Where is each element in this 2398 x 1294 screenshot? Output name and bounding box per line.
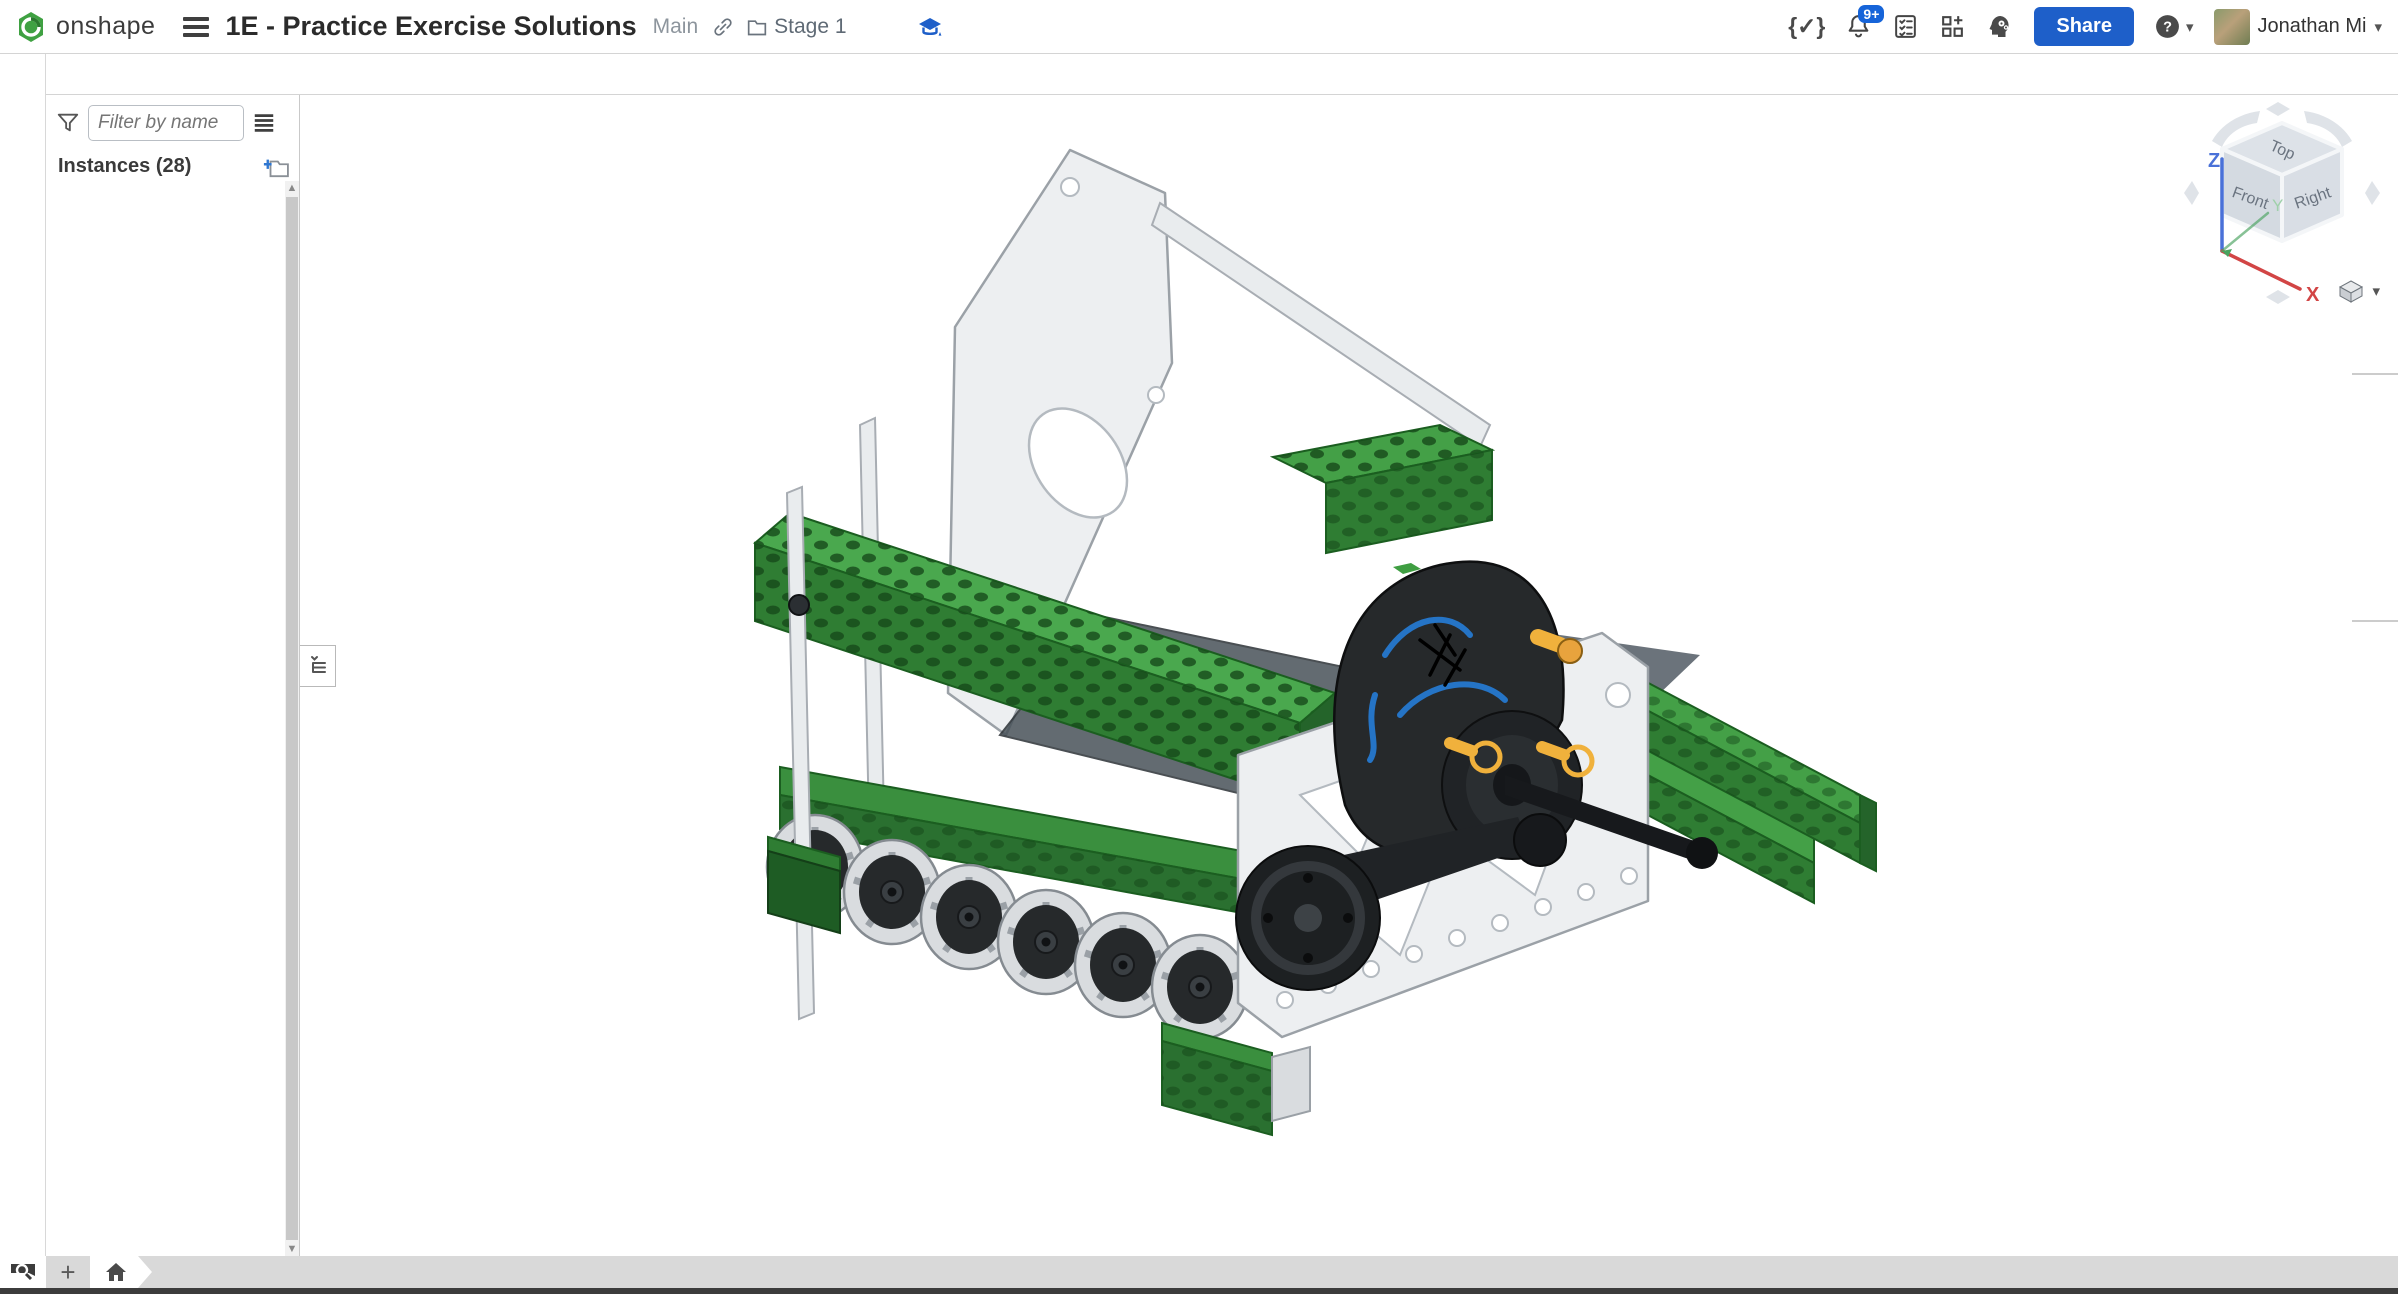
assembly-viewport[interactable] (300, 95, 2398, 1256)
workspace-label[interactable]: Main (653, 15, 699, 39)
filter-funnel-icon[interactable] (56, 111, 80, 135)
panel-collapse-handle[interactable] (300, 645, 336, 687)
feature-script-icon[interactable]: {✓} (1788, 13, 1825, 40)
app-header: onshape 1E - Practice Exercise Solutions… (0, 0, 2398, 54)
window-bottom-edge (0, 1288, 2398, 1294)
new-tab-button[interactable]: + (46, 1256, 90, 1288)
onshape-logo[interactable]: onshape (0, 10, 169, 44)
ai-advisor-icon[interactable] (1986, 13, 2014, 41)
search-tabs-icon[interactable] (0, 1256, 46, 1288)
link-icon[interactable] (712, 16, 734, 38)
view-options-menu[interactable]: ▾ (2338, 279, 2380, 303)
viewcube-down-arrow (2266, 290, 2290, 304)
main-menu-icon[interactable] (183, 17, 209, 37)
assembly-toolbar (46, 54, 2398, 95)
onshape-logo-icon (14, 10, 48, 44)
viewcube-left-arrow (2184, 181, 2199, 205)
right-panel-tools (2352, 373, 2398, 375)
scroll-up-icon[interactable]: ▲ (285, 181, 299, 195)
user-menu[interactable]: Jonathan Mi ▾ (2214, 9, 2383, 45)
logo-text: onshape (56, 12, 155, 41)
list-view-icon[interactable] (252, 111, 276, 135)
share-button[interactable]: Share (2034, 7, 2134, 46)
instances-tree (46, 181, 285, 1256)
notifications-bell-icon[interactable]: 9+ (1845, 13, 1872, 40)
app-store-icon[interactable] (1939, 13, 1966, 40)
right-panel-apps (2352, 620, 2398, 622)
view-cube-icon (2338, 279, 2364, 303)
filter-input[interactable] (88, 105, 244, 141)
viewcube-up-arrow (2266, 102, 2290, 116)
user-name: Jonathan Mi (2258, 15, 2367, 38)
viewcube-right-arrow (2365, 181, 2380, 205)
svg-text:?: ? (2163, 20, 2172, 36)
tree-scrollbar[interactable]: ▲ ▼ (285, 181, 299, 1256)
view-options-caret-icon: ▾ (2372, 282, 2380, 300)
help-icon[interactable]: ? ▾ (2154, 13, 2194, 40)
home-icon (104, 1261, 128, 1283)
scrollbar-thumb[interactable] (286, 197, 298, 1240)
folder-breadcrumb[interactable]: Stage 1 (746, 15, 846, 39)
help-caret-icon: ▾ (2186, 18, 2194, 36)
scroll-down-icon[interactable]: ▼ (285, 1242, 299, 1256)
release-tasks-icon[interactable] (1892, 13, 1919, 40)
user-avatar (2214, 9, 2250, 45)
user-caret-icon: ▾ (2374, 18, 2382, 36)
instances-header: Instances (28) (58, 155, 263, 178)
learning-center-icon[interactable] (917, 15, 943, 39)
graphics-area[interactable]: Top Front Right Z X Y ▾ (300, 95, 2398, 1256)
document-title: 1E - Practice Exercise Solutions (225, 11, 636, 42)
document-tab-bar: + (0, 1256, 2398, 1288)
home-tab[interactable] (90, 1256, 152, 1288)
z-axis-label: Z (2208, 150, 2220, 172)
view-cube[interactable]: Top Front Right Z X Y (2182, 101, 2382, 306)
stage-label: Stage 1 (774, 15, 846, 39)
add-folder-icon[interactable] (263, 156, 289, 178)
x-axis-label: X (2306, 284, 2320, 306)
notification-badge: 9+ (1858, 5, 1884, 23)
instances-panel: Instances (28) ▲ ▼ (46, 95, 300, 1256)
folder-icon (746, 17, 768, 37)
left-rail (0, 54, 46, 1256)
y-axis-label: Y (2272, 196, 2283, 215)
